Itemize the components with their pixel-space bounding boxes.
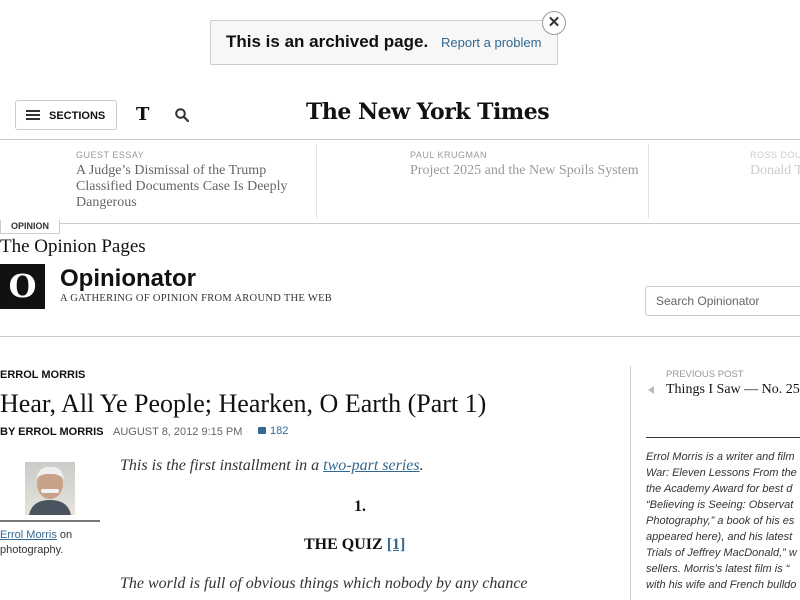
previous-arrow-icon[interactable] xyxy=(648,386,654,394)
article-intro: This is the first installment in a two-p… xyxy=(120,457,424,474)
hamburger-menu-icon xyxy=(26,110,40,120)
sections-button-label: SECTIONS xyxy=(49,110,106,122)
ribbon-item-headline: A Judge’s Dismissal of the Trump Classif… xyxy=(76,163,288,210)
search-icon[interactable] xyxy=(175,108,189,122)
opinion-pages-title[interactable]: The Opinion Pages xyxy=(0,236,146,258)
article-headline: Hear, All Ye People; Hearken, O Earth (P… xyxy=(0,389,487,418)
sidebar-divider xyxy=(630,366,631,600)
ribbon-item-kicker: PAUL KRUGMAN xyxy=(410,150,488,160)
header-divider xyxy=(0,336,800,337)
ribbon-item-headline: Project 2025 and the New Spoils System xyxy=(410,163,639,178)
search-opinionator-input[interactable] xyxy=(645,286,800,316)
comments-link[interactable]: 182 xyxy=(258,425,288,437)
footnote-link[interactable]: [1] xyxy=(387,536,406,553)
nyt-logo[interactable]: The New York Times xyxy=(306,99,550,125)
ribbon-divider xyxy=(0,223,800,224)
blog-subtitle: A GATHERING OF OPINION FROM AROUND THE W… xyxy=(60,293,333,304)
author-kicker[interactable]: ERROL MORRIS xyxy=(0,369,85,381)
ribbon-item[interactable]: ROSS DOUT Donald T xyxy=(750,150,800,179)
opinion-section-tab[interactable]: OPINION xyxy=(0,220,60,234)
comments-count: 182 xyxy=(270,425,289,437)
close-icon[interactable]: ✕ xyxy=(542,11,566,35)
author-divider xyxy=(0,520,100,522)
ribbon-item-kicker: GUEST ESSAY xyxy=(76,150,145,160)
previous-post-link[interactable]: Things I Saw — No. 25 xyxy=(666,382,800,398)
series-link[interactable]: two-part series xyxy=(323,457,419,474)
archive-banner-title: This is an archived page. xyxy=(226,32,429,51)
sections-button[interactable]: SECTIONS xyxy=(15,100,117,130)
sidebar-rule xyxy=(646,437,800,438)
article-byline[interactable]: BY ERROL MORRIS xyxy=(0,426,104,438)
section-number: 1. xyxy=(354,498,366,515)
opinionator-logo-icon[interactable]: O xyxy=(0,264,45,309)
ribbon-separator xyxy=(648,144,649,219)
ribbon-separator xyxy=(316,144,317,219)
ribbon-item[interactable]: GUEST ESSAY A Judge’s Dismissal of the T… xyxy=(76,150,306,211)
author-photo xyxy=(25,462,75,515)
opinion-headline-ribbon: GUEST ESSAY A Judge’s Dismissal of the T… xyxy=(0,140,800,223)
author-bio: Errol Morris is a writer and film War: E… xyxy=(646,451,797,591)
previous-post-label: PREVIOUS POST xyxy=(666,369,744,380)
ribbon-item[interactable]: PAUL KRUGMAN Project 2025 and the New Sp… xyxy=(410,150,645,179)
article-date: AUGUST 8, 2012 9:15 PM xyxy=(113,426,243,438)
blog-title[interactable]: Opinionator xyxy=(60,265,196,293)
article-body-text: The world is full of obvious things whic… xyxy=(120,575,528,592)
author-note: Errol Morris on photography. xyxy=(0,529,73,556)
author-name-link[interactable]: Errol Morris xyxy=(0,529,57,541)
archive-banner: This is an archived page. Report a probl… xyxy=(210,20,558,65)
ribbon-item-kicker: ROSS DOUT xyxy=(750,150,800,160)
ribbon-item-headline: Donald T xyxy=(750,163,800,178)
report-problem-link[interactable]: Report a problem xyxy=(441,35,541,50)
comment-bubble-icon xyxy=(258,427,266,434)
nyt-t-logo-icon[interactable]: T xyxy=(136,104,149,125)
quiz-heading: THE QUIZ [1] xyxy=(304,536,406,553)
